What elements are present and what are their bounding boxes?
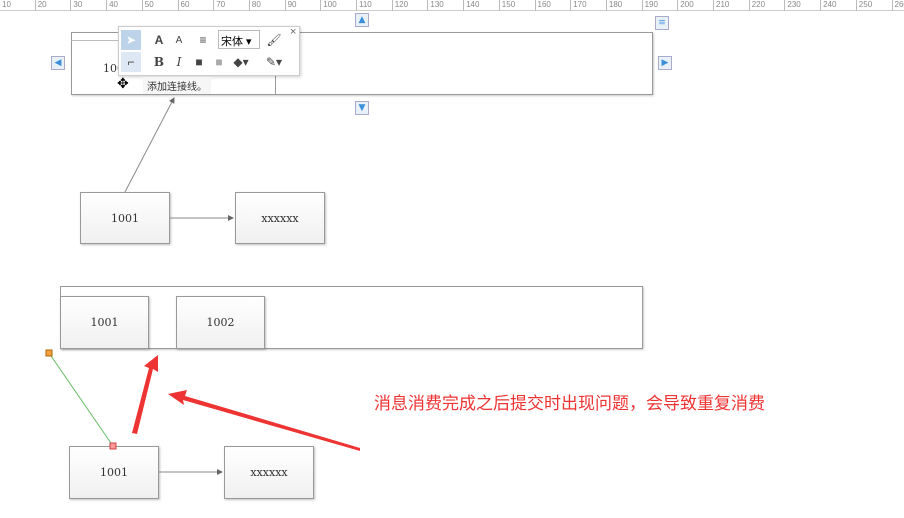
bold-button[interactable]: B (149, 52, 169, 72)
connector-tool-icon[interactable]: ⌐ (121, 52, 141, 72)
handle-icon (45, 349, 53, 357)
tooltip: 添加连接线。 (143, 77, 211, 94)
connector-line (124, 97, 175, 193)
close-button[interactable]: × (290, 26, 296, 38)
pointer-tool-icon[interactable]: ➤ (121, 30, 141, 50)
connector-line-selected (48, 352, 114, 447)
font-decrease-button[interactable]: A (169, 30, 189, 50)
brush-icon[interactable]: 🖌 (264, 30, 284, 50)
red-arrow (168, 390, 360, 451)
annotation-text: 消息消费完成之后提交时出现问题，会导致重复消费 (374, 394, 765, 414)
fill-color-icon[interactable]: ◆▾ (231, 52, 251, 72)
align-icon[interactable]: ≡ (193, 30, 213, 50)
edit-style-icon[interactable]: ✎▾ (264, 52, 284, 72)
font-select[interactable]: 宋体 ▾ (218, 30, 260, 49)
cursor-icon: ✥ (117, 76, 129, 92)
font-increase-button[interactable]: A (149, 30, 169, 50)
italic-button[interactable]: I (169, 52, 189, 72)
font-value: 宋体 (221, 36, 243, 48)
format-toolbar: ➤ ⌐ A A ≡ 宋体 ▾ 🖌 × B I ■ ■ ◆▾ ✎▾ (118, 26, 300, 76)
handle-icon (109, 442, 117, 450)
connectors (45, 97, 360, 475)
send-back-icon[interactable]: ■ (209, 52, 229, 72)
red-arrow (132, 355, 158, 434)
bring-front-icon[interactable]: ■ (189, 52, 209, 72)
